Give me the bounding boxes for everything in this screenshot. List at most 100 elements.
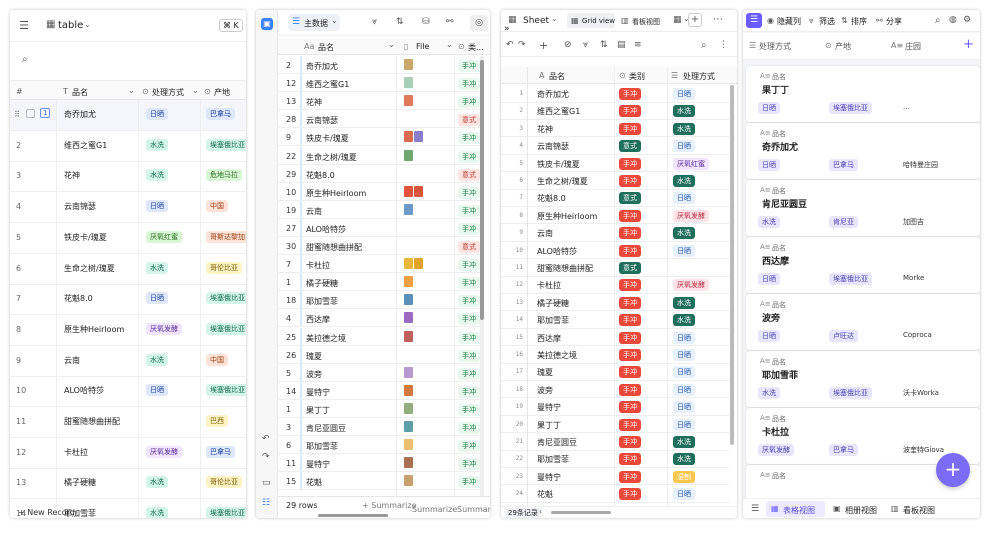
table-row[interactable]: 5 铁皮卡/瑰夏 手冲 厌氧红蜜	[501, 155, 729, 173]
file-thumbnail[interactable]	[414, 131, 423, 143]
bell-icon[interactable]: ◍	[949, 15, 957, 25]
proc-tag[interactable]: 湿刨	[673, 470, 695, 483]
category-tag[interactable]: 手冲	[619, 314, 641, 327]
table-row[interactable]: 16 美拉德之境 手冲 日晒	[501, 346, 729, 364]
database-icon[interactable]: ⛁	[422, 17, 430, 27]
cell-name[interactable]: 花神	[64, 170, 80, 181]
file-thumbnail[interactable]	[404, 294, 413, 306]
cell-name[interactable]: ALO哈特莎	[537, 246, 577, 257]
command-shortcut-button[interactable]: ⌘ K	[219, 19, 243, 32]
file-thumbnails[interactable]	[404, 258, 424, 270]
file-thumbnails[interactable]	[404, 402, 414, 414]
tab-kanban-view[interactable]: 看板视图	[903, 505, 935, 516]
cell-name[interactable]: 西达摩	[306, 314, 330, 325]
file-thumbnails[interactable]	[404, 149, 414, 161]
cell-name[interactable]: 橘子硬糖	[306, 278, 338, 289]
cell-name[interactable]: 曼特宁	[306, 387, 330, 398]
cell-name[interactable]: 维西之蜜G1	[306, 79, 349, 90]
table-row[interactable]: 9 云南 水洗 中国	[10, 346, 246, 377]
file-thumbnail[interactable]	[404, 402, 413, 414]
table-row[interactable]: 14 曼特宁 手冲	[278, 381, 480, 400]
cell-name[interactable]: 甜蜜随想曲拼配	[306, 242, 362, 253]
filter-icon[interactable]: ⩔	[372, 17, 377, 27]
proc-tag[interactable]: 厌氧红蜜	[146, 230, 182, 243]
type-tag[interactable]: 手冲	[458, 277, 480, 290]
file-thumbnails[interactable]	[404, 421, 414, 432]
category-tag[interactable]: 手冲	[619, 244, 641, 257]
category-tag[interactable]: 手冲	[619, 436, 641, 448]
cell-name[interactable]: 肯尼亚圆豆	[306, 423, 346, 434]
cell-name[interactable]: 曼特宁	[537, 472, 561, 483]
card-title[interactable]: 奇乔加尤	[762, 140, 798, 153]
cell-name[interactable]: 花魁8.0	[537, 193, 566, 204]
type-tag[interactable]: 意式	[458, 168, 480, 181]
cell-name[interactable]: 生命之树/瑰夏	[306, 152, 357, 163]
proc-tag[interactable]: 日晒	[146, 108, 168, 120]
share-button[interactable]: 分享	[886, 16, 902, 27]
file-thumbnails[interactable]	[404, 475, 414, 487]
proc-tag[interactable]: 水洗	[146, 169, 168, 182]
cell-name[interactable]: 耶加雪菲	[306, 296, 338, 307]
proc-tag[interactable]: 日晒	[673, 349, 695, 361]
table-row[interactable]: 1 果丁丁 手冲	[278, 399, 480, 418]
cell-name[interactable]: 曼特宁	[306, 459, 330, 470]
category-tag[interactable]: 手冲	[619, 105, 641, 118]
horizontal-scrollbar[interactable]	[551, 511, 611, 514]
table-row[interactable]: 10 ALO哈特莎 日晒 埃塞俄比亚	[10, 376, 246, 408]
proc-tag[interactable]: 日晒	[673, 244, 695, 257]
cell-name[interactable]: 波旁	[306, 369, 322, 380]
file-thumbnails[interactable]	[404, 366, 414, 378]
origin-tag[interactable]: 巴拿马	[206, 445, 235, 458]
proc-tag[interactable]: 厌氧发酵	[673, 279, 709, 292]
cell-name[interactable]: 甜蜜随想曲拼配	[537, 263, 593, 274]
add-record-fab[interactable]: +	[936, 453, 970, 487]
cell-name[interactable]: 原生种Heirloom	[537, 211, 597, 222]
file-thumbnail[interactable]	[404, 439, 413, 451]
origin-tag[interactable]: 哥伦比亚	[206, 476, 242, 489]
table-row[interactable]: 18 耶加雪菲 手冲	[278, 291, 480, 310]
file-thumbnails[interactable]	[404, 439, 414, 451]
type-tag[interactable]: 手冲	[458, 60, 480, 72]
proc-tag[interactable]: 厌氧发酵	[146, 322, 182, 335]
proc-tag[interactable]: 日晒	[146, 200, 168, 213]
proc-tag[interactable]: 水洗	[673, 122, 695, 135]
table-row[interactable]: 21 肯尼亚圆豆 手冲 水洗	[501, 433, 729, 451]
proc-tag[interactable]: 日晒	[673, 383, 695, 396]
card-title[interactable]: 耶加雪菲	[762, 368, 798, 381]
table-row[interactable]: 15 西达摩 手冲 日晒	[501, 329, 729, 347]
file-thumbnails[interactable]	[404, 294, 414, 306]
cell-name[interactable]: 维西之蜜G1	[64, 140, 107, 151]
proc-tag[interactable]: 水洗	[673, 175, 695, 187]
list-icon[interactable]: ☷	[262, 498, 270, 508]
vertical-scrollbar[interactable]	[730, 85, 734, 445]
table-row[interactable]: 6 耶加雪菲 手冲	[278, 436, 480, 455]
type-tag[interactable]: 手冲	[458, 385, 480, 398]
cell-name[interactable]: 波旁	[537, 385, 553, 396]
file-thumbnails[interactable]	[404, 203, 414, 215]
record-card[interactable]: A≡ 品名 西达摩 日晒 埃塞俄比亚 Morke	[746, 237, 980, 293]
cell-name[interactable]: 耶加雪菲	[537, 454, 569, 465]
type-tag[interactable]: 意式	[458, 114, 480, 127]
table-row[interactable]: 17 瑰夏 手冲 日晒	[501, 363, 729, 381]
origin-tag[interactable]: 哥伦比亚	[206, 261, 242, 274]
col-name[interactable]: 品名	[318, 42, 334, 53]
cell-name[interactable]: 奇乔加尤	[64, 109, 96, 120]
col-origin[interactable]: 产地	[835, 41, 851, 52]
table-row[interactable]: 19 云南 手冲	[278, 200, 480, 219]
cell-name[interactable]: 云南	[64, 355, 80, 366]
file-thumbnails[interactable]	[404, 330, 414, 342]
cell-name[interactable]: 花神	[306, 97, 322, 108]
table-row[interactable]: 2 奇乔加尤 手冲	[278, 56, 480, 74]
file-thumbnail[interactable]	[404, 312, 413, 324]
file-thumbnail[interactable]	[404, 421, 413, 432]
tab-album-view[interactable]: 相册视图	[845, 505, 877, 516]
origin-tag[interactable]: 中国	[206, 353, 228, 366]
table-row[interactable]: 19 曼特宁 手冲 日晒	[501, 398, 729, 416]
table-row[interactable]: 14 耶加雪菲 手冲 水洗	[501, 311, 729, 329]
file-thumbnail[interactable]	[414, 258, 423, 270]
proc-tag[interactable]: 水洗	[673, 105, 695, 118]
proc-tag[interactable]: 日晒	[673, 88, 695, 100]
category-tag[interactable]: 手冲	[619, 157, 641, 170]
card-title[interactable]: 果丁丁	[762, 83, 789, 96]
table-row[interactable]: 24 花魁 手冲 日晒	[501, 485, 729, 503]
